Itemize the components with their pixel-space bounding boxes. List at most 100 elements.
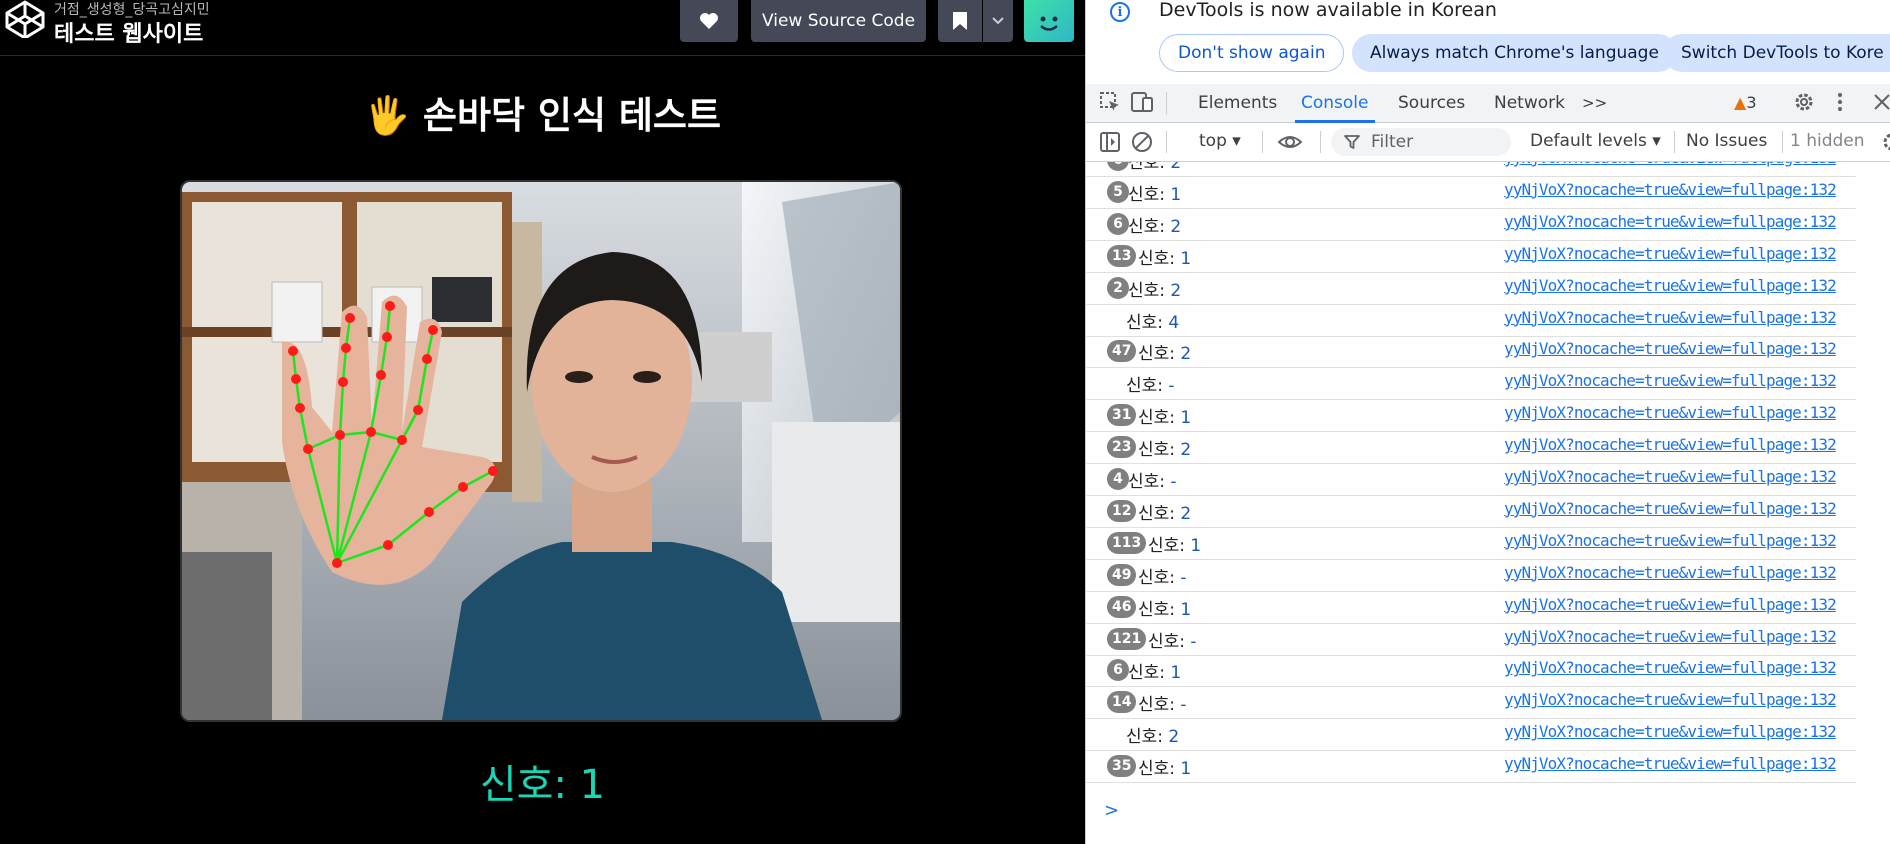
source-link[interactable]: yyNjVoX?nocache=true&view=fullpage:132 [1504, 531, 1837, 550]
device-toolbar-icon[interactable] [1130, 90, 1154, 114]
log-message: 신호: 1 [1128, 180, 1181, 205]
log-prefix: 신호: [1128, 663, 1171, 684]
filter-icon [1344, 135, 1360, 149]
log-prefix: 신호: [1128, 280, 1171, 301]
more-tabs-icon[interactable]: >> [1582, 84, 1607, 122]
source-link[interactable]: yyNjVoX?nocache=true&view=fullpage:132 [1504, 403, 1837, 422]
repeat-count-badge: 6 [1107, 162, 1129, 171]
source-link[interactable]: yyNjVoX?nocache=true&view=fullpage:132 [1504, 690, 1837, 709]
source-link[interactable]: yyNjVoX?nocache=true&view=fullpage:132 [1504, 276, 1837, 295]
log-message: 신호: 1 [1138, 595, 1191, 620]
source-link[interactable]: yyNjVoX?nocache=true&view=fullpage:132 [1504, 722, 1837, 741]
console-settings-gear-icon[interactable] [1880, 130, 1890, 154]
match-language-button[interactable]: Always match Chrome's language [1352, 34, 1677, 72]
context-selector[interactable]: top ▾ [1199, 131, 1241, 151]
repeat-count-badge: 6 [1107, 212, 1129, 235]
sidebar-toggle-icon[interactable] [1098, 130, 1122, 154]
tab-network[interactable]: Network [1494, 84, 1565, 122]
console-log-row: 13 신호: 1 yyNjVoX?nocache=true&view=fullpag… [1086, 240, 1856, 273]
issues-button[interactable]: No Issues [1686, 131, 1767, 151]
close-icon[interactable] [1870, 90, 1890, 114]
source-link[interactable]: yyNjVoX?nocache=true&view=fullpage:132 [1504, 658, 1837, 677]
devtools-tab-bar: Elements Console Sources Network >> ▲3 [1086, 84, 1890, 123]
repeat-count-badge: 31 [1107, 404, 1137, 427]
clear-console-icon[interactable] [1130, 130, 1154, 154]
log-value: 1 [1180, 248, 1192, 269]
inspect-element-icon[interactable] [1098, 90, 1122, 114]
source-link[interactable]: yyNjVoX?nocache=true&view=fullpage:132 [1504, 180, 1837, 199]
log-levels-dropdown[interactable]: Default levels ▾ [1530, 131, 1661, 151]
log-message: 신호: 1 [1138, 403, 1191, 428]
heart-button[interactable] [680, 0, 738, 42]
source-link[interactable]: yyNjVoX?nocache=true&view=fullpage:132 [1504, 563, 1837, 582]
avatar[interactable] [1024, 0, 1074, 42]
source-link[interactable]: yyNjVoX?nocache=true&view=fullpage:132 [1504, 162, 1837, 167]
heart-icon [700, 13, 718, 29]
console-log-row: 121 신호: - yyNjVoX?nocache=true&view=fullpa… [1086, 623, 1856, 656]
log-value: 4 [1168, 312, 1180, 333]
console-log-row: 46 신호: 1 yyNjVoX?nocache=true&view=fullpag… [1086, 591, 1856, 624]
source-link[interactable]: yyNjVoX?nocache=true&view=fullpage:132 [1504, 467, 1837, 486]
view-source-button[interactable]: View Source Code [751, 0, 926, 42]
source-link[interactable]: yyNjVoX?nocache=true&view=fullpage:132 [1504, 244, 1837, 263]
log-value: - [1180, 567, 1187, 588]
log-value: 2 [1168, 727, 1180, 748]
log-message: 신호: - [1126, 371, 1175, 396]
bookmark-menu-button[interactable] [983, 0, 1013, 42]
log-message: 신호: 2 [1126, 722, 1179, 747]
page-heading: 🖐️ 손바닥 인식 테스트 [363, 94, 722, 137]
pen-title[interactable]: 테스트 웹사이트 [54, 16, 203, 48]
log-prefix: 신호: [1128, 184, 1171, 205]
repeat-count-badge: 14 [1107, 691, 1137, 714]
source-link[interactable]: yyNjVoX?nocache=true&view=fullpage:132 [1504, 499, 1837, 518]
log-message: 신호: 1 [1148, 531, 1201, 556]
source-link[interactable]: yyNjVoX?nocache=true&view=fullpage:132 [1504, 308, 1837, 327]
filter-input[interactable]: Filter [1331, 128, 1511, 156]
hidden-count: 1 hidden [1790, 131, 1865, 151]
log-prefix: 신호: [1126, 727, 1169, 748]
repeat-count-badge: 121 [1107, 627, 1147, 650]
repeat-count-badge: 6 [1107, 659, 1129, 682]
log-prefix: 신호: [1128, 216, 1171, 237]
source-link[interactable]: yyNjVoX?nocache=true&view=fullpage:132 [1504, 212, 1837, 231]
console-log-area: 6신호: 2yyNjVoX?nocache=true&view=fullpage… [1086, 162, 1890, 802]
dont-show-again-button[interactable]: Don't show again [1159, 34, 1345, 72]
console-log-row: 12 신호: 2 yyNjVoX?nocache=true&view=fullpag… [1086, 495, 1856, 528]
console-log-row: 6 신호: 1 yyNjVoX?nocache=true&view=fullpage… [1086, 654, 1856, 688]
log-prefix: 신호: [1126, 376, 1169, 397]
tab-elements[interactable]: Elements [1198, 84, 1277, 122]
tab-console[interactable]: Console [1295, 84, 1374, 123]
switch-language-button[interactable]: Switch DevTools to Kore [1663, 34, 1890, 72]
source-link[interactable]: yyNjVoX?nocache=true&view=fullpage:132 [1504, 435, 1837, 454]
gear-icon[interactable] [1792, 90, 1816, 114]
kebab-menu-icon[interactable] [1828, 90, 1852, 114]
source-link[interactable]: yyNjVoX?nocache=true&view=fullpage:132 [1504, 595, 1837, 614]
codepen-cube-icon[interactable] [4, 0, 46, 38]
tab-sources[interactable]: Sources [1398, 84, 1465, 122]
log-value: 2 [1180, 503, 1192, 524]
console-log-row: 2 신호: 2 yyNjVoX?nocache=true&view=fullpage… [1086, 272, 1856, 305]
log-message: 신호: 2 [1138, 499, 1191, 524]
signal-output: 신호: 1 [479, 762, 606, 808]
eye-icon[interactable] [1278, 130, 1302, 154]
log-prefix: 신호: [1138, 408, 1181, 429]
log-value: 1 [1180, 408, 1192, 429]
source-link[interactable]: yyNjVoX?nocache=true&view=fullpage:132 [1504, 627, 1837, 646]
log-value: 2 [1170, 162, 1182, 173]
log-prefix: 신호: [1138, 695, 1181, 716]
bookmark-button[interactable] [938, 0, 982, 42]
source-link[interactable]: yyNjVoX?nocache=true&view=fullpage:132 [1504, 754, 1837, 773]
log-value: 1 [1180, 599, 1192, 620]
console-log-row: 신호: 2 yyNjVoX?nocache=true&view=fullpage:… [1086, 718, 1856, 752]
repeat-count-badge: 5 [1107, 180, 1129, 203]
source-link[interactable]: yyNjVoX?nocache=true&view=fullpage:132 [1504, 371, 1837, 390]
log-levels-label: Default levels [1530, 131, 1647, 151]
console-toolbar: top ▾ Filter Default levels ▾ No Issues … [1086, 123, 1890, 162]
log-message: 신호: - [1128, 467, 1177, 492]
warnings-counter[interactable]: ▲3 [1734, 93, 1757, 112]
console-prompt[interactable]: > [1104, 800, 1119, 821]
console-log-row: 6신호: 2 yyNjVoX?nocache=true&view=fullpage… [1086, 162, 1856, 177]
codepen-page: 거점_생성형_당곡고심지민 테스트 웹사이트 View Source Code … [0, 0, 1085, 844]
log-message: 신호: 1 [1128, 658, 1181, 683]
source-link[interactable]: yyNjVoX?nocache=true&view=fullpage:132 [1504, 339, 1837, 358]
